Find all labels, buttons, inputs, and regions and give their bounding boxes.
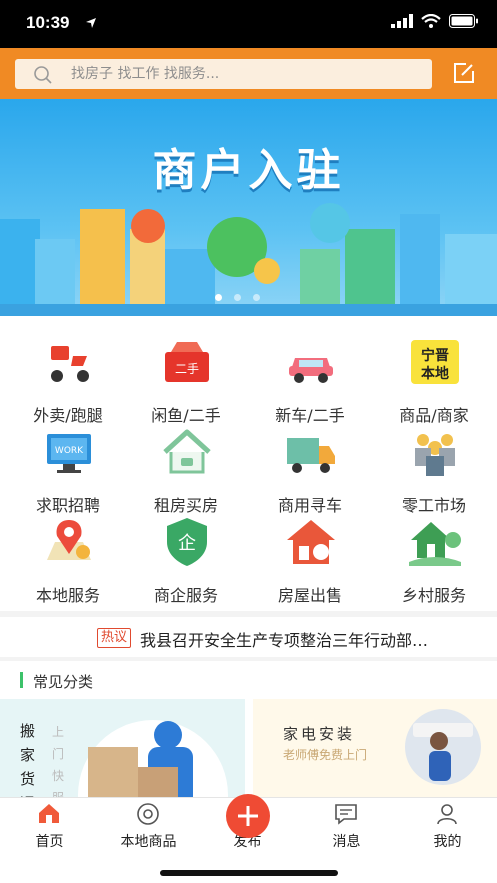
- wifi-icon: [421, 14, 441, 28]
- search-header: [0, 48, 497, 99]
- tab-messages[interactable]: 消息: [297, 798, 396, 858]
- section-accent-bar: [20, 672, 23, 688]
- banner-title: 商户入驻: [152, 145, 345, 196]
- card-title: 家电安装: [283, 725, 356, 743]
- category-item[interactable]: 租房买房: [124, 414, 248, 515]
- work-monitor-text: WORK: [55, 446, 84, 456]
- publish-button[interactable]: [226, 794, 270, 838]
- tab-home[interactable]: 首页: [0, 798, 99, 858]
- appliance-install-card[interactable]: 家电安装 老师傅免费上门: [253, 699, 497, 798]
- category-label: 本地服务: [35, 586, 100, 605]
- tab-label: 我的: [433, 834, 462, 850]
- status-indicators: [391, 14, 479, 28]
- category-item[interactable]: WORK 求职招聘: [6, 414, 130, 515]
- enterprise-shield-text: 企: [178, 533, 196, 554]
- news-headline[interactable]: 我县召开安全生产专项整治三年行动部…: [140, 627, 428, 651]
- message-icon: [335, 804, 357, 825]
- banner-dot[interactable]: [253, 294, 260, 301]
- mover-illustration: [78, 720, 228, 798]
- promo-banner[interactable]: 商户入驻: [0, 99, 497, 316]
- scooter-icon: [51, 346, 89, 382]
- tab-me[interactable]: 我的: [398, 798, 497, 858]
- enterprise-shield-icon: 企: [167, 518, 207, 566]
- category-item[interactable]: 商用寻车: [248, 414, 372, 515]
- home-indicator: [160, 870, 338, 876]
- house-sale-icon: [287, 520, 335, 564]
- search-input[interactable]: [71, 64, 411, 84]
- house-outline-icon: [163, 429, 211, 474]
- category-item[interactable]: 乡村服务: [372, 504, 496, 605]
- disc-icon: [137, 803, 159, 825]
- tab-label: 消息: [332, 834, 361, 850]
- card-title: 搬家货运: [20, 722, 36, 798]
- map-pin-icon: [47, 520, 91, 560]
- category-label: 商企服务: [153, 586, 218, 605]
- search-box[interactable]: [15, 59, 432, 89]
- tab-label: 本地商品: [120, 834, 177, 850]
- status-bar: 10:39: [0, 0, 497, 48]
- section-title: 常见分类: [33, 673, 94, 691]
- local-badge-text-top: 宁晋: [421, 347, 449, 364]
- technician-illustration: [405, 709, 481, 785]
- city-skyline-illustration: [0, 203, 497, 316]
- category-label: 乡村服务: [401, 586, 466, 605]
- tab-local-goods[interactable]: 本地商品: [99, 798, 198, 858]
- card-subtitle: 上门快服: [52, 725, 65, 798]
- category-item[interactable]: 宁晋 本地 商品/商家: [372, 324, 496, 425]
- category-item[interactable]: 二手 闲鱼/二手: [124, 324, 248, 425]
- work-monitor-icon: WORK: [47, 434, 91, 473]
- category-item[interactable]: 房屋出售: [248, 504, 372, 605]
- user-icon: [437, 804, 457, 825]
- car-icon: [289, 358, 333, 383]
- category-grid: 外卖/跑腿 二手 闲鱼/二手 新车/二手 宁晋 本地 商品/商家 WORK 求职…: [0, 316, 497, 612]
- banner-dot[interactable]: [215, 294, 222, 301]
- category-item[interactable]: 本地服务: [6, 504, 130, 605]
- category-item[interactable]: 企 商企服务: [124, 504, 248, 605]
- category-item[interactable]: 新车/二手: [248, 324, 372, 425]
- workers-group-icon: [415, 434, 455, 476]
- hot-tag: 热议: [97, 628, 132, 648]
- truck-icon: [287, 438, 335, 473]
- news-ticker[interactable]: 热议 我县召开安全生产专项整治三年行动部…: [0, 618, 497, 658]
- signal-icon: [391, 14, 413, 28]
- secondhand-box-text: 二手: [175, 362, 199, 376]
- divider: [0, 657, 497, 661]
- banner-pagination: [215, 294, 260, 301]
- category-item[interactable]: 零工市场: [372, 414, 496, 515]
- divider: [0, 611, 497, 617]
- category-item[interactable]: 外卖/跑腿: [6, 324, 130, 425]
- location-arrow-icon: [86, 18, 96, 28]
- secondhand-box-icon: 二手: [165, 342, 209, 382]
- search-icon: [34, 66, 52, 84]
- rural-house-icon: [409, 522, 461, 566]
- home-icon: [39, 804, 59, 823]
- edit-icon[interactable]: [452, 61, 476, 85]
- local-badge-text-bottom: 本地: [421, 365, 449, 382]
- battery-icon: [449, 14, 478, 28]
- card-subtitle: 老师傅免费上门: [283, 748, 368, 762]
- banner-dot[interactable]: [234, 294, 241, 301]
- tab-label: 首页: [35, 834, 64, 850]
- status-time: 10:39: [26, 13, 70, 32]
- plus-icon: [238, 806, 258, 826]
- local-badge-icon: 宁晋 本地: [411, 340, 459, 384]
- moving-service-card[interactable]: 搬家货运 上门快服: [0, 699, 245, 798]
- category-label: 房屋出售: [277, 586, 342, 605]
